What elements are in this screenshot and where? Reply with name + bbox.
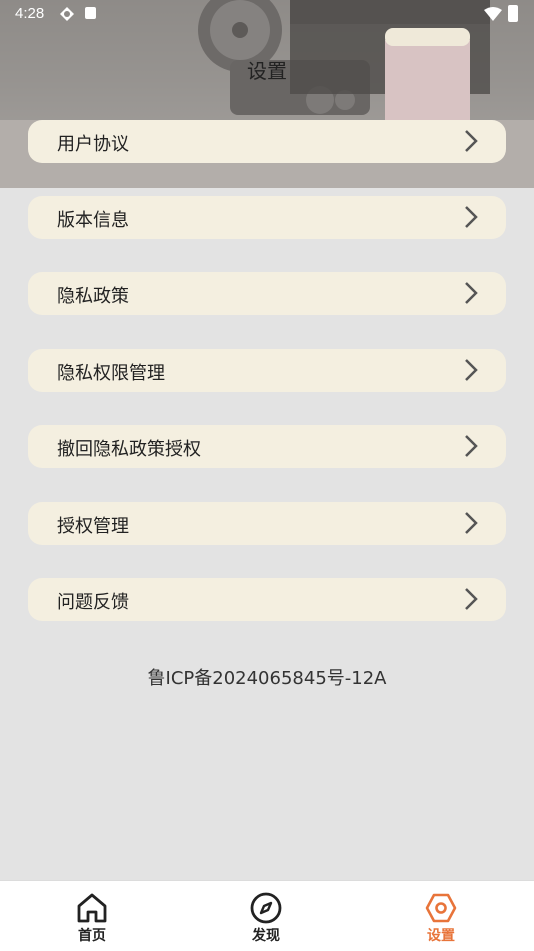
tab-discover[interactable]: 发现	[221, 881, 311, 951]
app-notification-icon	[85, 7, 96, 19]
wifi-icon	[484, 7, 502, 21]
tab-settings[interactable]: 设置	[396, 881, 486, 951]
menu-item-user-agreement[interactable]: 用户协议	[28, 120, 506, 163]
menu-item-label: 用户协议	[57, 134, 129, 155]
status-time: 4:28	[15, 5, 45, 22]
icp-license-text: 鲁ICP备2024065845号-12A	[147, 668, 387, 689]
chevron-right-icon	[465, 282, 478, 304]
tab-discover-label: 发现	[252, 928, 280, 944]
menu-item-revoke-privacy-consent[interactable]: 撤回隐私政策授权	[28, 425, 506, 468]
compass-icon	[250, 892, 282, 924]
menu-item-version-info[interactable]: 版本信息	[28, 196, 506, 239]
chevron-right-icon	[465, 512, 478, 534]
menu-item-authorization-management[interactable]: 授权管理	[28, 502, 506, 545]
menu-item-privacy-policy[interactable]: 隐私政策	[28, 272, 506, 315]
menu-item-feedback[interactable]: 问题反馈	[28, 578, 506, 621]
menu-item-label: 隐私政策	[57, 286, 129, 307]
home-icon	[77, 893, 107, 923]
menu-item-label: 隐私权限管理	[57, 363, 165, 384]
sync-notification-icon	[60, 7, 74, 21]
page-title: 设置	[247, 59, 287, 83]
chevron-right-icon	[465, 206, 478, 228]
chevron-right-icon	[465, 359, 478, 381]
tab-settings-label: 设置	[427, 928, 455, 944]
chevron-right-icon	[465, 130, 478, 152]
tab-home[interactable]: 首页	[47, 881, 137, 951]
chevron-right-icon	[465, 588, 478, 610]
menu-item-label: 版本信息	[57, 210, 129, 231]
tab-home-label: 首页	[78, 928, 106, 944]
chevron-right-icon	[465, 435, 478, 457]
menu-item-label: 撤回隐私政策授权	[57, 439, 201, 460]
menu-item-label: 授权管理	[57, 516, 129, 537]
battery-icon	[508, 5, 518, 22]
settings-hexagon-icon	[425, 893, 457, 923]
status-bar: 4:28	[0, 0, 534, 28]
bottom-tab-bar: 首页 发现 设置	[0, 880, 534, 951]
menu-item-privacy-permissions[interactable]: 隐私权限管理	[28, 349, 506, 392]
menu-item-label: 问题反馈	[57, 592, 129, 613]
